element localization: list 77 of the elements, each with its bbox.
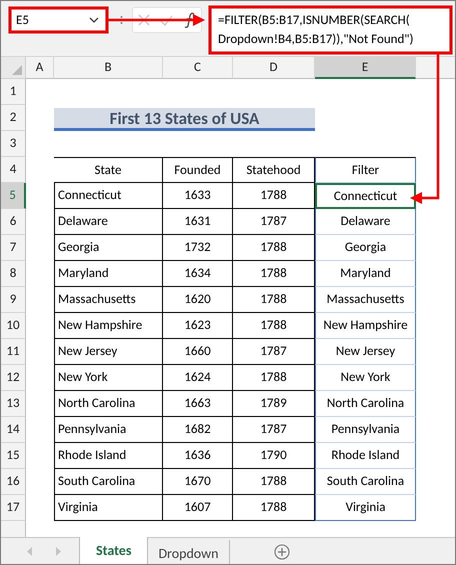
- row-header[interactable]: 15: [1, 443, 26, 469]
- sheet-tab[interactable]: States: [79, 537, 148, 564]
- row-header[interactable]: 11: [1, 339, 26, 365]
- checkmark-icon[interactable]: [160, 14, 174, 26]
- column-header[interactable]: C: [163, 57, 233, 79]
- row-header[interactable]: 13: [1, 391, 26, 417]
- table-cell: New York: [54, 365, 163, 391]
- table-cell: 1788: [233, 235, 315, 261]
- table-cell: 1788: [233, 261, 315, 287]
- table-cell: 1631: [163, 209, 233, 235]
- table-cell: 1670: [163, 469, 233, 495]
- table-cell: Pennsylvania: [54, 417, 163, 443]
- add-sheet-icon[interactable]: [274, 544, 290, 560]
- row-header[interactable]: 2: [1, 105, 26, 131]
- row-header[interactable]: 9: [1, 287, 26, 313]
- table-cell: 1789: [233, 391, 315, 417]
- table-cell: Georgia: [54, 235, 163, 261]
- splitter-icon[interactable]: [120, 15, 123, 25]
- row-header[interactable]: 12: [1, 365, 26, 391]
- table-cell: 1660: [163, 339, 233, 365]
- column-header[interactable]: D: [233, 57, 315, 79]
- table-cell: 1634: [163, 261, 233, 287]
- table-cell: 1788: [233, 365, 315, 391]
- function-icon[interactable]: [184, 12, 196, 28]
- table-cell: 1607: [163, 495, 233, 521]
- row-header[interactable]: 8: [1, 261, 26, 287]
- table-cell: Delaware: [54, 209, 163, 235]
- table-cell: 1682: [163, 417, 233, 443]
- table-cell: 1624: [163, 365, 233, 391]
- table-cell: 1663: [163, 391, 233, 417]
- table-cell: Massachusetts: [54, 287, 163, 313]
- row-header[interactable]: 14: [1, 417, 26, 443]
- table-cell: Maryland: [54, 261, 163, 287]
- table-cell: 1623: [163, 313, 233, 339]
- column-header[interactable]: B: [54, 57, 163, 79]
- row-header[interactable]: 7: [1, 235, 26, 261]
- row-header[interactable]: 4: [1, 157, 26, 183]
- table-cell: 1788: [233, 469, 315, 495]
- row-header[interactable]: 17: [1, 495, 26, 521]
- column-header[interactable]: A: [26, 57, 54, 79]
- table-cell: 1788: [233, 287, 315, 313]
- column-header[interactable]: [416, 57, 455, 79]
- dropdown-caret-icon: [89, 17, 99, 23]
- column-heading: Filter: [315, 157, 416, 183]
- table-cell: 1788: [233, 495, 315, 521]
- column-header[interactable]: E: [315, 57, 416, 79]
- column-heading: State: [54, 157, 163, 183]
- column-heading: Statehood: [233, 157, 315, 183]
- row-header[interactable]: 3: [1, 131, 26, 157]
- table-cell: Connecticut: [315, 183, 416, 209]
- table-cell: South Carolina: [54, 469, 163, 495]
- column-heading: Founded: [163, 157, 233, 183]
- table-cell: North Carolina: [54, 391, 163, 417]
- table-cell: 1787: [233, 209, 315, 235]
- row-header[interactable]: 1: [1, 79, 26, 105]
- table-cell: New Hampshire: [54, 313, 163, 339]
- table-cell: 1620: [163, 287, 233, 313]
- table-cell: Connecticut: [54, 183, 163, 209]
- row-header[interactable]: 10: [1, 313, 26, 339]
- table-cell: 1787: [233, 417, 315, 443]
- table-cell: Rhode Island: [54, 443, 163, 469]
- table-cell: Virginia: [54, 495, 163, 521]
- sheet-title: First 13 States of USA: [54, 108, 315, 131]
- row-header[interactable]: 16: [1, 469, 26, 495]
- table-cell: New Jersey: [54, 339, 163, 365]
- table-cell: 1790: [233, 443, 315, 469]
- cancel-icon[interactable]: [138, 14, 150, 26]
- table-cell: 1788: [233, 183, 315, 209]
- row-header[interactable]: 6: [1, 209, 26, 235]
- table-cell: 1732: [163, 235, 233, 261]
- sheet-tab[interactable]: Dropdown: [148, 540, 230, 564]
- table-cell: 1788: [233, 313, 315, 339]
- row-header[interactable]: 5: [1, 183, 26, 209]
- table-cell: 1787: [233, 339, 315, 365]
- table-cell: 1633: [163, 183, 233, 209]
- formula-field[interactable]: =FILTER(B5:B17,ISNUMBER(SEARCH( Dropdown!B4,B5:B17)),"Not Found"): [212, 7, 452, 53]
- table-cell: 1636: [163, 443, 233, 469]
